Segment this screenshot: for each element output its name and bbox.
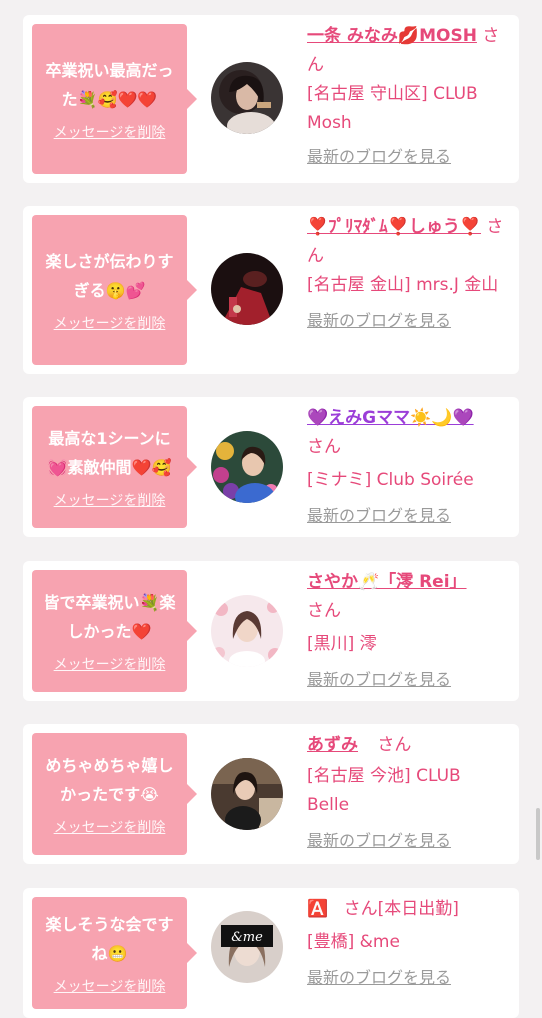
cast-name-link[interactable]: 🅰️	[307, 899, 328, 919]
message-text: 皆で卒業祝い💐楽しかった❤️	[43, 593, 176, 641]
message-bubble: めちゃめちゃ嬉しかったです😭 メッセージを削除	[32, 733, 197, 855]
honorific: さん[本日出勤]	[343, 899, 459, 919]
delete-message-link[interactable]: メッセージを削除	[54, 122, 166, 142]
message-card: 最高な1シーンに💓素敵仲間❤️🥰 メッセージを削除 💜えみGママ☀️🌙💜 さん …	[23, 397, 519, 537]
shop-area: [ミナミ] Club Soirée	[307, 470, 474, 490]
shop-area: [名古屋 今池] CLUB Belle	[307, 766, 461, 815]
message-text: 卒業祝い最高だった💐🥰❤️❤️	[45, 61, 174, 109]
latest-blog-link[interactable]: 最新のブログを見る	[307, 306, 507, 335]
honorific: さん	[307, 437, 341, 457]
message-bubble: 最高な1シーンに💓素敵仲間❤️🥰 メッセージを削除	[32, 406, 197, 528]
message-bubble: 楽しさが伝わりすぎる🤫💕 メッセージを削除	[32, 215, 197, 365]
cast-info: さやか🥂「澪 Rei」 さん [黒川] 澪 最新のブログを見る	[307, 568, 507, 694]
avatar[interactable]	[211, 758, 283, 830]
delete-message-link[interactable]: メッセージを削除	[54, 817, 166, 837]
cast-name-link[interactable]: 一条 みなみ💋MOSH	[307, 26, 477, 46]
cast-info: ❣️ﾌﾟﾘﾏﾀﾞﾑ❣️しゅう❣️ さん [名古屋 金山] mrs.J 金山 最新…	[307, 213, 507, 335]
message-bubble: 楽しそうな会ですね😬 メッセージを削除	[32, 897, 197, 1009]
latest-blog-link[interactable]: 最新のブログを見る	[307, 501, 507, 530]
cast-info: あずみ さん [名古屋 今池] CLUB Belle 最新のブログを見る	[307, 731, 507, 855]
message-card: 楽しさが伝わりすぎる🤫💕 メッセージを削除 ❣️ﾌﾟﾘﾏﾀﾞﾑ❣️しゅう❣️ さ…	[23, 206, 519, 374]
message-text: めちゃめちゃ嬉しかったです😭	[45, 756, 174, 804]
delete-message-link[interactable]: メッセージを削除	[54, 976, 166, 996]
avatar[interactable]	[211, 62, 283, 134]
message-text: 最高な1シーンに💓素敵仲間❤️🥰	[47, 429, 172, 477]
avatar[interactable]	[211, 431, 283, 503]
delete-message-link[interactable]: メッセージを削除	[54, 654, 166, 674]
cast-info: 💜えみGママ☀️🌙💜 さん [ミナミ] Club Soirée 最新のブログを見…	[307, 404, 507, 530]
avatar[interactable]	[211, 253, 283, 325]
avatar-logo-text: &me	[231, 930, 263, 945]
message-text: 楽しそうな会ですね😬	[45, 915, 174, 963]
avatar[interactable]: &me	[211, 911, 283, 983]
cast-name-link[interactable]: 💜えみGママ☀️🌙💜	[307, 408, 474, 428]
delete-message-link[interactable]: メッセージを削除	[54, 313, 166, 333]
shop-area: [名古屋 金山] mrs.J 金山	[307, 275, 499, 295]
cast-info: 一条 みなみ💋MOSH さん [名古屋 守山区] CLUB Mosh 最新のブロ…	[307, 22, 507, 171]
shop-area: [黒川] 澪	[307, 634, 377, 654]
scrollbar-thumb[interactable]	[536, 808, 540, 860]
delete-message-link[interactable]: メッセージを削除	[54, 490, 166, 510]
shop-area: [名古屋 守山区] CLUB Mosh	[307, 84, 478, 133]
message-card: 卒業祝い最高だった💐🥰❤️❤️ メッセージを削除 一条 みなみ💋MOSH さん …	[23, 15, 519, 183]
cast-name-link[interactable]: さやか🥂「澪 Rei」	[307, 572, 467, 592]
message-card: めちゃめちゃ嬉しかったです😭 メッセージを削除 あずみ さん [名古屋 今池] …	[23, 724, 519, 864]
latest-blog-link[interactable]: 最新のブログを見る	[307, 665, 507, 694]
message-bubble: 皆で卒業祝い💐楽しかった❤️ メッセージを削除	[32, 570, 197, 692]
message-bubble: 卒業祝い最高だった💐🥰❤️❤️ メッセージを削除	[32, 24, 197, 174]
honorific: さん	[307, 601, 341, 621]
message-card: 皆で卒業祝い💐楽しかった❤️ メッセージを削除 さやか🥂「澪 Rei」 さん […	[23, 561, 519, 701]
message-text: 楽しさが伝わりすぎる🤫💕	[45, 252, 174, 300]
message-card: 楽しそうな会ですね😬 メッセージを削除 &me 🅰️ さん[本日出勤] [豊橋]…	[23, 888, 519, 1018]
latest-blog-link[interactable]: 最新のブログを見る	[307, 826, 507, 855]
latest-blog-link[interactable]: 最新のブログを見る	[307, 142, 507, 171]
cast-name-link[interactable]: あずみ	[307, 735, 358, 755]
avatar[interactable]	[211, 595, 283, 667]
shop-area: [豊橋] &me	[307, 932, 400, 952]
cast-name-link[interactable]: ❣️ﾌﾟﾘﾏﾀﾞﾑ❣️しゅう❣️	[307, 217, 481, 237]
cast-info: 🅰️ さん[本日出勤] [豊橋] &me 最新のブログを見る	[307, 895, 512, 992]
latest-blog-link[interactable]: 最新のブログを見る	[307, 963, 512, 992]
honorific: さん	[377, 735, 412, 755]
